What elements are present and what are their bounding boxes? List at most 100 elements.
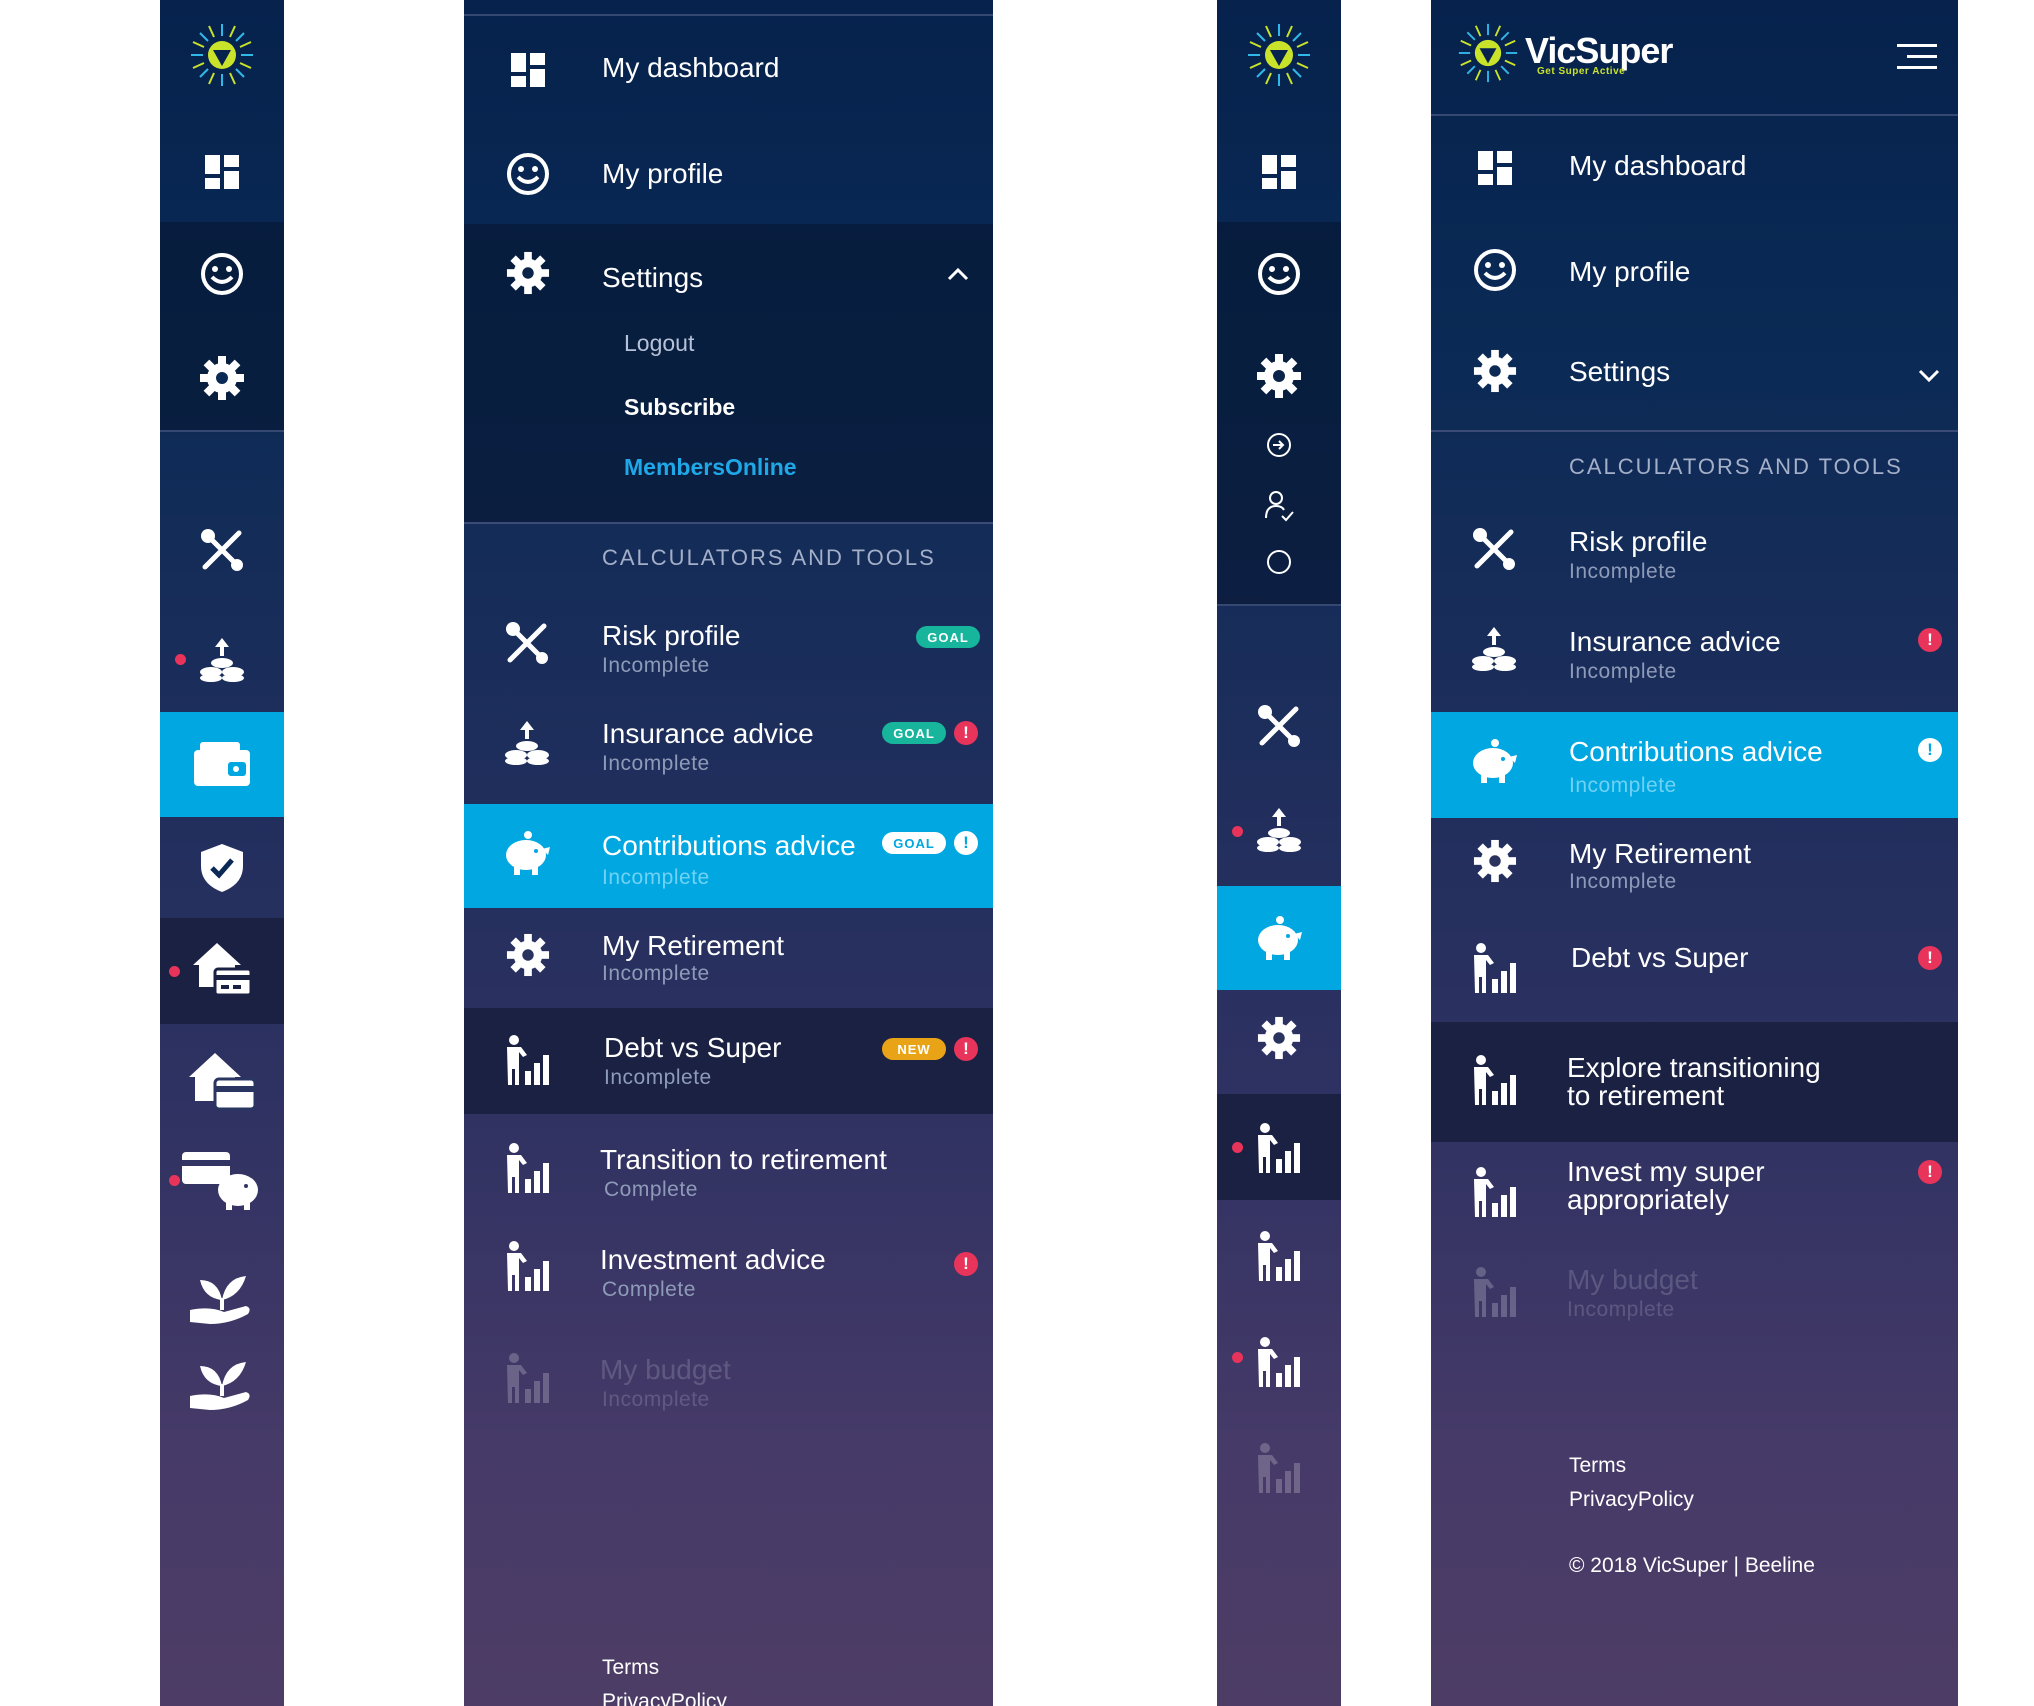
- tools-icon: [502, 618, 552, 668]
- gear-icon: [160, 338, 284, 418]
- chevron-up-icon[interactable]: [946, 266, 970, 282]
- rail-item-profile[interactable]: [160, 222, 284, 326]
- gear-icon[interactable]: [1217, 998, 1341, 1078]
- piggy-icon: [1467, 736, 1521, 786]
- rail-item-wallet[interactable]: [160, 712, 284, 817]
- rail-item-profile[interactable]: [1217, 222, 1341, 326]
- chevron-down-icon[interactable]: [1917, 368, 1941, 384]
- terms-link[interactable]: Terms: [602, 1656, 659, 1680]
- person-chart-icon[interactable]: [1217, 1216, 1341, 1296]
- person-chart-icon: [502, 1142, 554, 1194]
- nav-label: Settings: [1569, 356, 1671, 387]
- smiley-icon: [1473, 248, 1517, 292]
- tool-label: Insurance advice: [1569, 626, 1781, 657]
- tool-my-retirement[interactable]: My Retirement Incomplete: [464, 908, 993, 1008]
- tool-risk-profile[interactable]: Risk profile Incomplete GOAL: [464, 600, 993, 700]
- gear-icon[interactable]: [1217, 336, 1341, 416]
- tool-risk-profile[interactable]: Risk profile Incomplete: [1431, 512, 1958, 612]
- smiley-icon: [506, 152, 550, 196]
- dashboard-icon[interactable]: [1217, 132, 1341, 212]
- coins-icon[interactable]: [160, 620, 284, 700]
- tools-icon[interactable]: [160, 510, 284, 590]
- tool-status: Incomplete: [1569, 870, 1677, 893]
- tool-label: My Retirement: [1569, 838, 1752, 869]
- coins-icon[interactable]: [1217, 790, 1341, 870]
- tool-debt-vs-super[interactable]: Debt vs Super !: [1431, 918, 1958, 1020]
- tool-investment-advice[interactable]: Investment advice Complete !: [464, 1218, 993, 1322]
- logo-icon[interactable]: [1455, 20, 1521, 86]
- nav-label: My dashboard: [1569, 150, 1747, 181]
- settings-logout-link[interactable]: Logout: [624, 330, 694, 357]
- settings-group: Settings Logout Subscribe MembersOnline: [464, 224, 993, 522]
- card-piggy-icon[interactable]: [160, 1140, 284, 1220]
- tool-my-budget[interactable]: My budget Incomplete: [1431, 1252, 1958, 1356]
- tool-label: Transition to retirement: [600, 1144, 887, 1175]
- person-chart-icon: [1469, 1266, 1521, 1318]
- plant-hand-icon[interactable]: [160, 1258, 284, 1338]
- tool-my-budget[interactable]: My budget Incomplete: [464, 1326, 993, 1430]
- tool-transition-to-retirement[interactable]: Transition to retirement Complete: [464, 1114, 993, 1218]
- expanded-sidebar-2: VicSuper Get Super Active My dashboard M…: [1431, 0, 1958, 1706]
- tool-status: Incomplete: [602, 752, 710, 775]
- tool-insurance-advice[interactable]: Insurance advice Incomplete GOAL !: [464, 700, 993, 804]
- rail-item-contributions[interactable]: [1217, 886, 1341, 990]
- person-chart-icon: [1469, 1054, 1521, 1106]
- person-chart-icon[interactable]: [1217, 1428, 1341, 1508]
- copyright-text: © 2018 VicSuper | Beeline: [1569, 1554, 1815, 1577]
- nav-item-dashboard[interactable]: My dashboard: [1431, 116, 1958, 216]
- alert-icon: !: [954, 1037, 978, 1061]
- nav-item-profile[interactable]: My profile: [464, 124, 993, 224]
- gear-icon: [1472, 348, 1518, 394]
- rail-item-house[interactable]: [160, 918, 284, 1024]
- tool-status: Incomplete: [1569, 560, 1677, 583]
- logo-icon[interactable]: [1242, 18, 1316, 92]
- person-chart-icon: [502, 1352, 554, 1404]
- tool-debt-vs-super[interactable]: Debt vs Super Incomplete NEW !: [464, 1008, 993, 1114]
- coins-icon: [1469, 624, 1519, 674]
- tool-label: Debt vs Super: [1571, 942, 1749, 973]
- nav-label: My dashboard: [602, 52, 780, 83]
- logo-icon[interactable]: [185, 18, 259, 92]
- nav-item-profile[interactable]: My profile: [1431, 220, 1958, 320]
- nav-item-settings[interactable]: Settings: [464, 224, 993, 320]
- menu-icon[interactable]: [1895, 42, 1939, 72]
- tool-insurance-advice[interactable]: Insurance advice Incomplete !: [1431, 612, 1958, 712]
- rail-item-debt[interactable]: [1217, 1094, 1341, 1200]
- smiley-icon: [160, 234, 284, 314]
- privacy-link[interactable]: PrivacyPolicy: [602, 1690, 727, 1706]
- plant-hand-icon[interactable]: [160, 1344, 284, 1424]
- login-icon[interactable]: [1217, 430, 1341, 460]
- shield-icon[interactable]: [160, 828, 284, 908]
- settings-subscribe-link[interactable]: Subscribe: [624, 394, 735, 421]
- tool-contributions-advice[interactable]: Contributions advice Incomplete GOAL !: [464, 804, 993, 908]
- tool-label: My Retirement: [602, 930, 785, 961]
- settings-members-link[interactable]: MembersOnline: [624, 454, 797, 481]
- tool-my-retirement[interactable]: My Retirement Incomplete: [1431, 818, 1958, 918]
- tool-status: Incomplete: [1569, 660, 1677, 683]
- nav-item-dashboard[interactable]: My dashboard: [464, 20, 993, 120]
- tools-icon: [1469, 524, 1519, 574]
- tool-status: Incomplete: [1567, 1298, 1675, 1321]
- goal-badge: GOAL: [882, 722, 946, 744]
- privacy-link[interactable]: PrivacyPolicy: [1569, 1488, 1694, 1512]
- dashboard-icon[interactable]: [160, 132, 284, 212]
- rail-item-settings[interactable]: [160, 326, 284, 430]
- tool-status: Incomplete: [602, 866, 710, 889]
- tool-label: Contributions advice: [1569, 736, 1823, 767]
- circle-icon[interactable]: [1217, 546, 1341, 578]
- piggy-icon: [500, 828, 554, 878]
- tool-explore-transitioning[interactable]: Explore transitioning to retirement: [1431, 1022, 1958, 1142]
- terms-link[interactable]: Terms: [1569, 1454, 1626, 1478]
- tools-icon[interactable]: [1217, 686, 1341, 766]
- goal-badge: GOAL: [916, 626, 980, 648]
- tool-contributions-advice[interactable]: Contributions advice Incomplete !: [1431, 712, 1958, 818]
- house-card-icon[interactable]: [160, 1040, 284, 1120]
- section-header: CALCULATORS AND TOOLS: [602, 545, 936, 570]
- user-check-icon[interactable]: [1217, 488, 1341, 524]
- person-chart-icon[interactable]: [1217, 1322, 1341, 1402]
- tool-invest-my-super[interactable]: Invest my super appropriately !: [1431, 1142, 1958, 1252]
- nav-item-settings[interactable]: Settings: [1431, 322, 1958, 426]
- alert-icon: !: [1918, 738, 1942, 762]
- tool-label: Investment advice: [600, 1244, 826, 1275]
- smiley-icon: [1217, 234, 1341, 314]
